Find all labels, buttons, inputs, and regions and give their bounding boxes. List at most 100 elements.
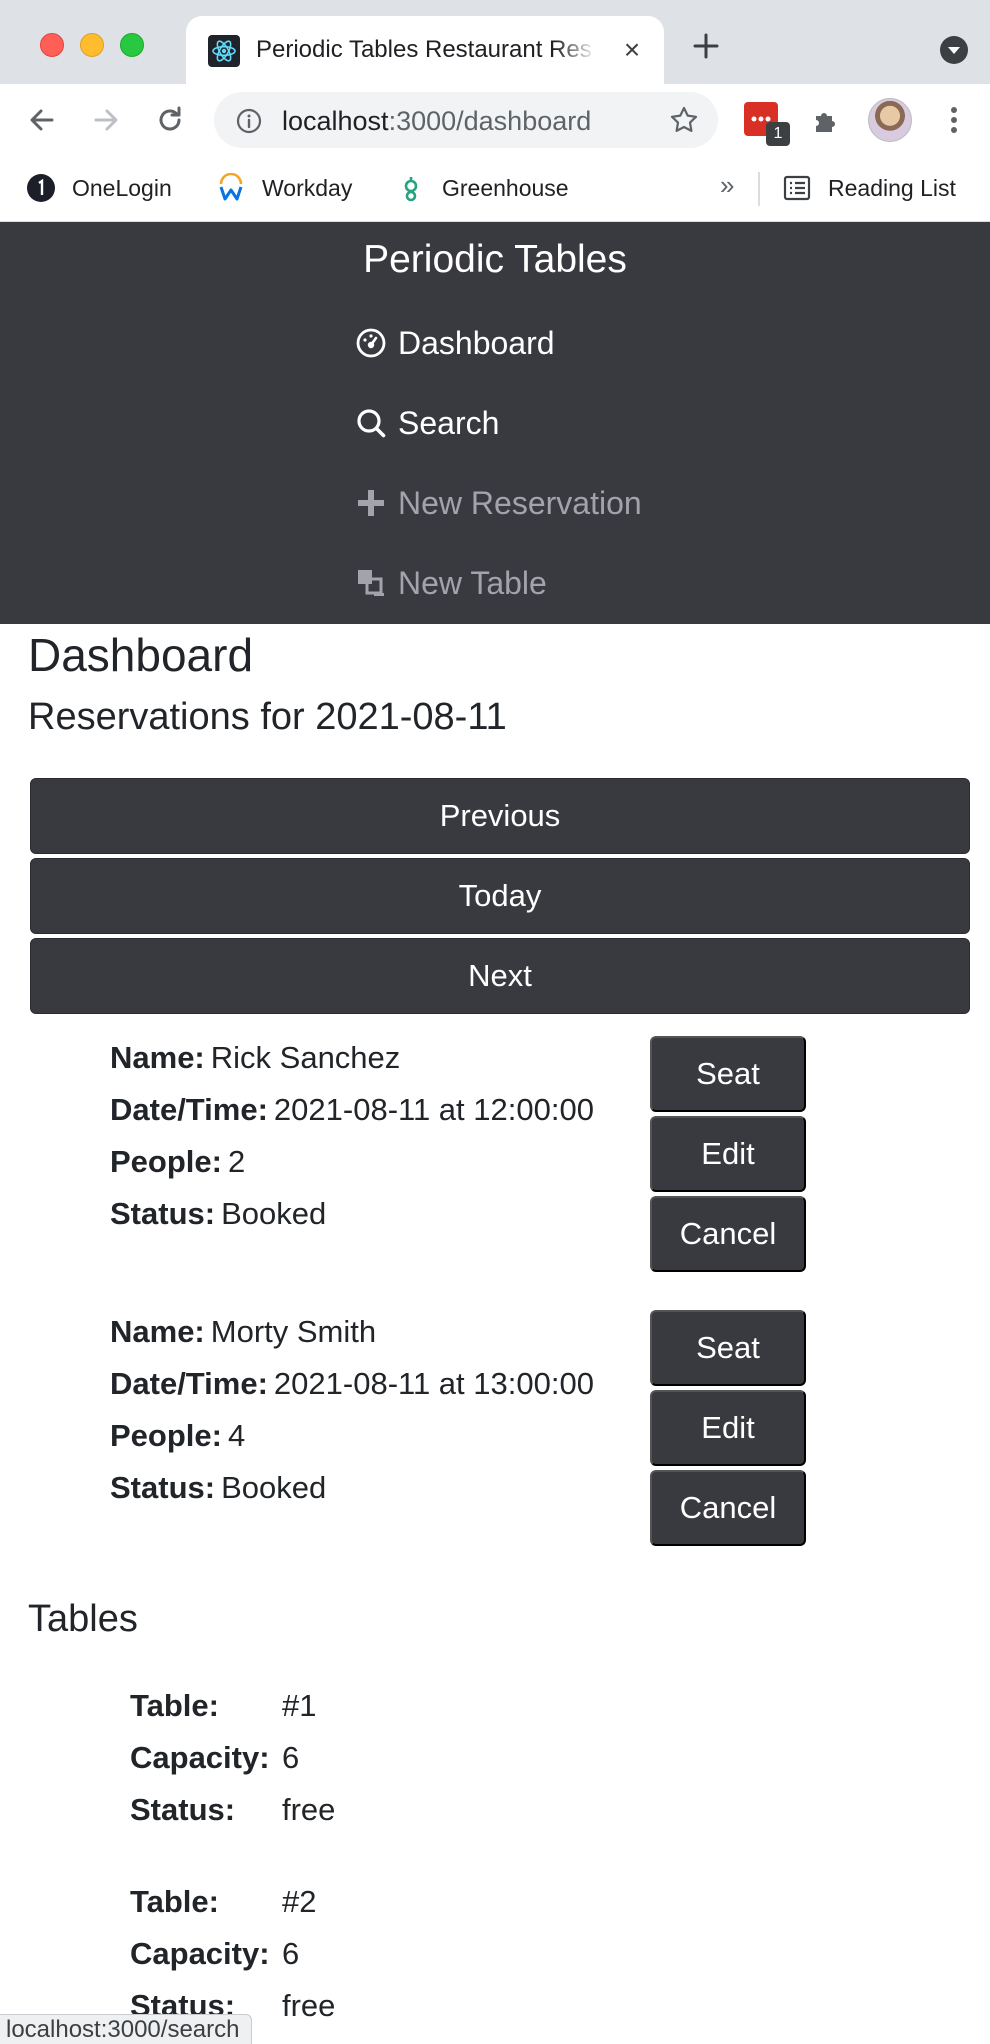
reservation-name: Rick Sanchez xyxy=(210,1040,401,1075)
reservation-datetime: 2021-08-11 at 13:00:00 xyxy=(273,1366,594,1401)
reservation-status: Booked xyxy=(221,1470,327,1505)
nav-item-label: Dashboard xyxy=(398,324,555,361)
reservation-name-row: Name: Rick Sanchez xyxy=(110,1040,400,1076)
window-maximize-button[interactable] xyxy=(120,33,144,57)
nav-item-new-table[interactable]: New Table xyxy=(354,558,547,608)
reload-icon[interactable] xyxy=(152,102,188,138)
reservation-name-label: Name: xyxy=(110,1314,205,1349)
reading-list-label: Reading List xyxy=(828,174,956,201)
workday-icon xyxy=(216,173,246,203)
reservation-datetime-label: Date/Time: xyxy=(110,1366,268,1401)
reservation-people: 2 xyxy=(227,1144,246,1179)
new-tab-icon[interactable] xyxy=(690,30,722,62)
tab-close-icon[interactable]: × xyxy=(618,36,646,64)
table-capacity: 6 xyxy=(282,1740,300,1775)
extensions-puzzle-icon[interactable] xyxy=(810,104,842,136)
table-status-label: Status: xyxy=(130,1792,236,1827)
bookmarks-bar: OneLogin Workday Greenhouse » Reading Li… xyxy=(0,156,990,222)
reservation-datetime-row: Date/Time: 2021-08-11 at 12:00:00 xyxy=(110,1092,594,1128)
cancel-button[interactable]: Cancel xyxy=(650,1470,806,1546)
previous-button[interactable]: Previous xyxy=(30,778,970,854)
nav-item-label: Search xyxy=(398,404,500,441)
browser-tab[interactable]: Periodic Tables Restaurant Res × xyxy=(186,16,664,84)
tables-heading: Tables xyxy=(28,1598,138,1640)
edit-button[interactable]: Edit xyxy=(650,1390,806,1466)
bookmark-label: Greenhouse xyxy=(442,174,569,201)
reservation-status-row: Status: Booked xyxy=(110,1196,326,1232)
window-close-button[interactable] xyxy=(40,33,64,57)
nav-item-dashboard[interactable]: Dashboard xyxy=(354,318,555,368)
reservation-people-label: People: xyxy=(110,1418,222,1453)
nav-item-label: New Table xyxy=(398,564,547,601)
nav-item-label: New Reservation xyxy=(398,484,642,521)
reservation-datetime-label: Date/Time: xyxy=(110,1092,268,1127)
reservation-people-row: People: 2 xyxy=(110,1144,245,1180)
browser-menu-icon[interactable] xyxy=(946,104,962,136)
nav-item-new-reservation[interactable]: New Reservation xyxy=(354,478,642,528)
tab-title: Periodic Tables Restaurant Res xyxy=(256,36,592,63)
url-host: localhost xyxy=(282,106,389,136)
link-status-bubble: localhost:3000/search xyxy=(0,2014,253,2044)
bookmarks-divider xyxy=(758,172,760,206)
reservation-name-row: Name: Morty Smith xyxy=(110,1314,376,1350)
next-button[interactable]: Next xyxy=(30,938,970,1014)
reservations-date-heading: Reservations for 2021-08-11 xyxy=(28,696,507,738)
browser-tab-strip: Periodic Tables Restaurant Res × xyxy=(0,0,990,84)
onelogin-icon xyxy=(26,173,56,203)
table-capacity: 6 xyxy=(282,1936,300,1971)
table-status: free xyxy=(282,1988,336,2023)
reservation-name: Morty Smith xyxy=(210,1314,377,1349)
reservation-status-label: Status: xyxy=(110,1196,216,1231)
react-logo-icon xyxy=(208,35,240,67)
table-number-label: Table: xyxy=(130,1884,219,1919)
window-minimize-button[interactable] xyxy=(80,33,104,57)
bookmark-greenhouse[interactable]: Greenhouse xyxy=(396,170,569,206)
browser-toolbar: localhost:3000/dashboard 1 xyxy=(0,84,990,156)
reservation-status: Booked xyxy=(221,1196,327,1231)
bookmarks-overflow-button[interactable]: » xyxy=(720,170,734,201)
table-number: #2 xyxy=(282,1884,317,1919)
forward-icon[interactable] xyxy=(88,102,124,138)
plus-icon xyxy=(354,486,388,520)
reading-list-icon xyxy=(782,173,812,203)
tab-search-icon[interactable] xyxy=(940,36,968,64)
bookmark-label: Workday xyxy=(262,174,353,201)
table-icon xyxy=(354,566,388,600)
page-title: Dashboard xyxy=(28,629,254,681)
dashboard-icon xyxy=(354,326,388,360)
table-status: free xyxy=(282,1792,336,1827)
app-navbar: Periodic Tables Dashboard Search New Res… xyxy=(0,222,990,624)
back-icon[interactable] xyxy=(24,102,60,138)
table-capacity-label: Capacity: xyxy=(130,1936,270,1971)
reservation-name-label: Name: xyxy=(110,1040,205,1075)
reservation-people-row: People: 4 xyxy=(110,1418,245,1454)
cancel-button[interactable]: Cancel xyxy=(650,1196,806,1272)
bookmark-label: OneLogin xyxy=(72,174,172,201)
reservation-people: 4 xyxy=(227,1418,246,1453)
bookmark-workday[interactable]: Workday xyxy=(216,170,352,206)
reading-list-button[interactable]: Reading List xyxy=(782,170,956,206)
address-bar[interactable]: localhost:3000/dashboard xyxy=(214,92,718,148)
url-text: localhost:3000/dashboard xyxy=(282,106,591,137)
extension-badge: 1 xyxy=(766,122,790,146)
reservation-datetime-row: Date/Time: 2021-08-11 at 13:00:00 xyxy=(110,1366,594,1402)
seat-button[interactable]: Seat xyxy=(650,1310,806,1386)
table-number: #1 xyxy=(282,1688,317,1723)
reservation-people-label: People: xyxy=(110,1144,222,1179)
url-path: :3000/dashboard xyxy=(388,106,592,136)
today-button[interactable]: Today xyxy=(30,858,970,934)
reservation-status-row: Status: Booked xyxy=(110,1470,326,1506)
reservation-status-label: Status: xyxy=(110,1470,216,1505)
table-capacity-label: Capacity: xyxy=(130,1740,270,1775)
greenhouse-icon xyxy=(396,173,426,203)
table-number-label: Table: xyxy=(130,1688,219,1723)
search-icon xyxy=(354,406,388,440)
nav-item-search[interactable]: Search xyxy=(354,398,499,448)
app-brand[interactable]: Periodic Tables xyxy=(0,238,990,282)
seat-button[interactable]: Seat xyxy=(650,1036,806,1112)
bookmark-onelogin[interactable]: OneLogin xyxy=(26,170,172,206)
edit-button[interactable]: Edit xyxy=(650,1116,806,1192)
site-info-icon[interactable] xyxy=(236,108,262,134)
bookmark-star-icon[interactable] xyxy=(668,104,700,136)
profile-avatar[interactable] xyxy=(868,98,912,142)
